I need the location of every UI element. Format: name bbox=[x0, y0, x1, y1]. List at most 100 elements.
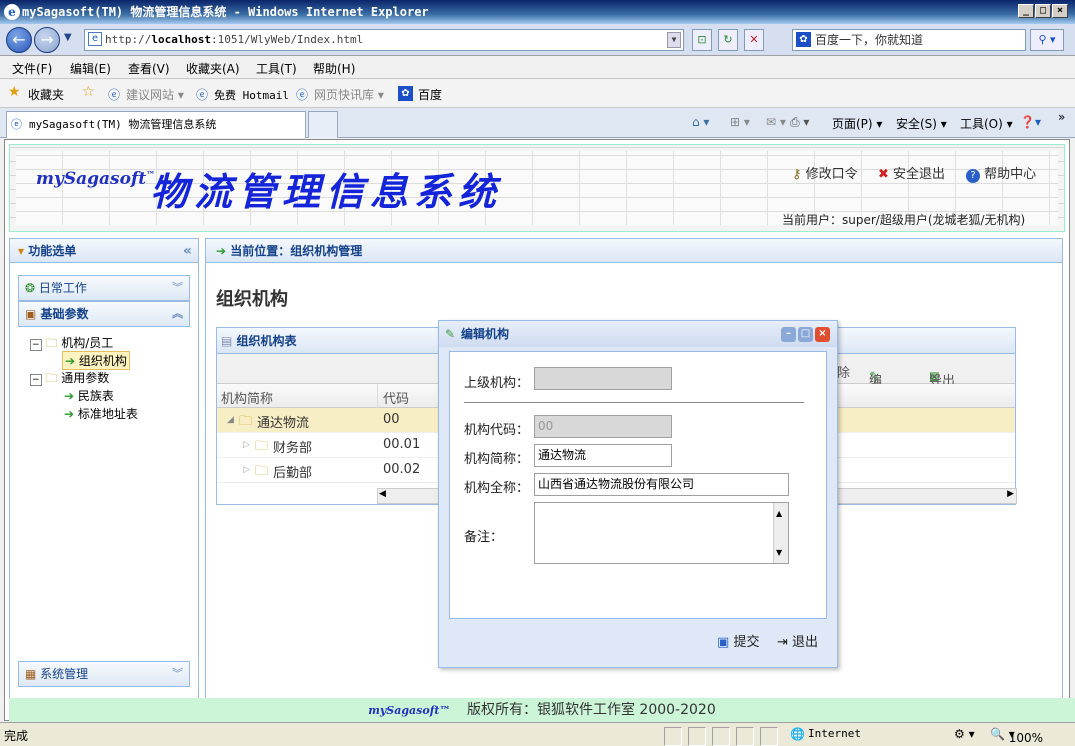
scroll-down-icon[interactable]: ▼ bbox=[776, 542, 782, 563]
tree-label: 民族表 bbox=[77, 389, 114, 403]
exit-button[interactable]: ⇥ 退出 bbox=[777, 631, 818, 650]
current-user: 当前用户：super/超级用户(龙城老狐/无机构) bbox=[782, 213, 1026, 227]
tree-node-ethnic[interactable]: ➔ 民族表 bbox=[64, 387, 114, 404]
col-name[interactable]: 机构简称 bbox=[221, 388, 273, 407]
row-code: 00.01 bbox=[383, 437, 421, 452]
collapsed-icon[interactable]: ▷ bbox=[243, 465, 250, 475]
change-password-link[interactable]: ⚷ 修改口令 bbox=[792, 163, 858, 182]
menu-flag-icon: ▾ bbox=[18, 244, 25, 258]
url-host: localhost bbox=[151, 33, 211, 46]
parent-org-field[interactable] bbox=[534, 367, 672, 390]
fav-baidu[interactable]: 百度 bbox=[418, 86, 442, 103]
tab-active[interactable]: ⓔ mySagasoft(TM) 物流管理信息系统 bbox=[6, 111, 306, 138]
tools-menu[interactable]: 工具(O) ▾ bbox=[960, 115, 1013, 132]
scroll-up-icon[interactable]: ▲ bbox=[776, 503, 782, 524]
tree-label: 通用参数 bbox=[61, 371, 110, 385]
dialog-header: ✎ 编辑机构 – □ × bbox=[439, 321, 837, 347]
scroll-left-icon[interactable]: ◀ bbox=[379, 489, 386, 499]
dialog-minimize-button[interactable]: – bbox=[781, 327, 796, 342]
fav-hotmail[interactable]: 免费 Hotmail bbox=[214, 87, 289, 103]
ie-page-icon: ⓔ bbox=[196, 88, 209, 102]
overflow-chevron-icon[interactable]: » bbox=[1058, 110, 1065, 124]
scroll-right-icon[interactable]: ▶ bbox=[1007, 489, 1014, 499]
menu-file[interactable]: 文件(F) bbox=[12, 60, 52, 77]
collapsed-icon[interactable]: ▷ bbox=[243, 440, 250, 450]
section-basic-params[interactable]: ▣ 基础参数 ︽ bbox=[18, 301, 190, 327]
function-menu-panel: ▾ 功能选单 « ❂ 日常工作 ︾ ▣ 基础参数 ︽ − 🗀 机构/员工 ➔ 组… bbox=[9, 238, 199, 700]
window-title-bar: e mySagasoft(TM) 物流管理信息系统 - Windows Inte… bbox=[0, 0, 1075, 24]
menu-favorites[interactable]: 收藏夹(A) bbox=[186, 60, 240, 77]
org-full-name-field[interactable]: 山西省通达物流股份有限公司 bbox=[534, 473, 789, 496]
menu-view[interactable]: 查看(V) bbox=[128, 60, 170, 77]
print-icon[interactable]: ⎙ ▾ bbox=[790, 115, 809, 130]
submit-button[interactable]: ▣ 提交 bbox=[717, 631, 759, 650]
search-input[interactable]: ✿ 百度一下，你就知道 bbox=[792, 29, 1026, 51]
logout-link[interactable]: ✖ 安全退出 bbox=[878, 163, 945, 182]
footer-brand: mySagasoft™ bbox=[368, 704, 451, 717]
expand-icon[interactable]: ◢ bbox=[227, 415, 234, 425]
status-text: 完成 bbox=[4, 729, 29, 743]
close-window-button[interactable]: × bbox=[1052, 4, 1068, 18]
exit-icon: ⇥ bbox=[777, 635, 788, 650]
back-button[interactable]: ← bbox=[6, 27, 32, 53]
mail-icon[interactable]: ✉ ▾ bbox=[766, 115, 786, 129]
status-pane bbox=[688, 727, 706, 746]
compat-view-icon[interactable]: ⊡ bbox=[692, 29, 712, 51]
menu-help[interactable]: 帮助(H) bbox=[313, 60, 355, 77]
remark-textarea[interactable]: ▲ ▼ bbox=[534, 502, 789, 564]
maximize-button[interactable]: □ bbox=[1035, 4, 1051, 18]
section-system-admin[interactable]: ▦ 系统管理 ︾ bbox=[18, 661, 190, 687]
stop-icon[interactable]: ✕ bbox=[744, 29, 764, 51]
baidu-icon: ✿ bbox=[398, 86, 413, 101]
tree-node-address[interactable]: ➔ 标准地址表 bbox=[64, 405, 138, 422]
zoom-control[interactable]: 🔍 100% ▾ bbox=[990, 727, 1043, 745]
tree-toggle-icon[interactable]: − bbox=[30, 339, 42, 351]
tree-toggle-icon[interactable]: − bbox=[30, 374, 42, 386]
search-button[interactable]: ⚲ ▾ bbox=[1030, 29, 1064, 51]
textarea-scrollbar[interactable]: ▲ ▼ bbox=[773, 503, 788, 563]
favorites-bar: ★ 收藏夹 ☆ ⓔ 建议网站 ▾ ⓔ 免费 Hotmail ⓔ 网页快讯库 ▾ … bbox=[0, 80, 1075, 108]
org-code-label: 机构代码： bbox=[464, 423, 530, 438]
breadcrumb: ➔ 当前位置：组织机构管理 bbox=[206, 239, 1062, 263]
menu-tools[interactable]: 工具(T) bbox=[256, 60, 297, 77]
add-favorite-icon[interactable]: ☆ bbox=[82, 84, 95, 100]
page-menu[interactable]: 页面(P) ▾ bbox=[832, 115, 882, 132]
new-tab-button[interactable] bbox=[308, 111, 338, 138]
tree-label: 机构/员工 bbox=[61, 336, 114, 350]
tree-node-org[interactable]: ➔ 组织机构 bbox=[62, 351, 130, 370]
col-code[interactable]: 代码 bbox=[383, 388, 409, 407]
row-name: 后勤部 bbox=[273, 466, 313, 481]
url-rest: :1051/WlyWeb/Index.html bbox=[210, 33, 364, 46]
page-footer: mySagasoft™ 版权所有：银狐软件工作室 2000-2020 bbox=[9, 698, 1075, 722]
delete-button[interactable]: 除 bbox=[837, 362, 850, 381]
favorites-button[interactable]: 收藏夹 bbox=[28, 86, 64, 103]
org-short-name-field[interactable]: 通达物流 bbox=[534, 444, 672, 467]
fav-web-slice[interactable]: 网页快讯库 ▾ bbox=[314, 86, 384, 103]
collapse-panel-icon[interactable]: « bbox=[183, 239, 192, 263]
menu-edit[interactable]: 编辑(E) bbox=[70, 60, 111, 77]
folder-open-icon: 🗀 bbox=[45, 371, 58, 385]
forward-button[interactable]: → bbox=[34, 27, 60, 53]
window-title: mySagasoft(TM) 物流管理信息系统 - Windows Intern… bbox=[22, 5, 429, 19]
home-icon[interactable]: ⌂ ▾ bbox=[692, 115, 709, 129]
help-center-link[interactable]: ? 帮助中心 bbox=[966, 163, 1036, 183]
org-code-field[interactable]: 00 bbox=[534, 415, 672, 438]
help-icon[interactable]: ❓▾ bbox=[1020, 115, 1041, 129]
feeds-icon[interactable]: ⊞ ▾ bbox=[730, 115, 750, 129]
dialog-maximize-button[interactable]: □ bbox=[798, 327, 813, 342]
dialog-close-button[interactable]: × bbox=[815, 327, 830, 342]
safety-menu[interactable]: 安全(S) ▾ bbox=[896, 115, 947, 132]
copyright-text: 版权所有：银狐软件工作室 2000-2020 bbox=[466, 702, 716, 718]
url-dropdown-icon[interactable]: ▼ bbox=[667, 32, 681, 48]
refresh-icon[interactable]: ↻ bbox=[718, 29, 738, 51]
url-input[interactable]: e http://localhost:1051/WlyWeb/Index.htm… bbox=[84, 29, 684, 51]
chevron-down-icon: ︾ bbox=[172, 667, 183, 680]
fav-suggested-sites[interactable]: 建议网站 ▾ bbox=[126, 86, 184, 103]
baidu-icon: ✿ bbox=[796, 32, 811, 47]
url-prefix: http:// bbox=[105, 33, 152, 46]
ie-tab-icon: ⓔ bbox=[11, 118, 22, 131]
protected-mode-icon[interactable]: ⚙ ▾ bbox=[954, 727, 975, 741]
section-daily-work[interactable]: ❂ 日常工作 ︾ bbox=[18, 275, 190, 301]
minimize-button[interactable]: _ bbox=[1018, 4, 1034, 18]
history-dropdown-icon[interactable]: ▼ bbox=[64, 32, 72, 43]
